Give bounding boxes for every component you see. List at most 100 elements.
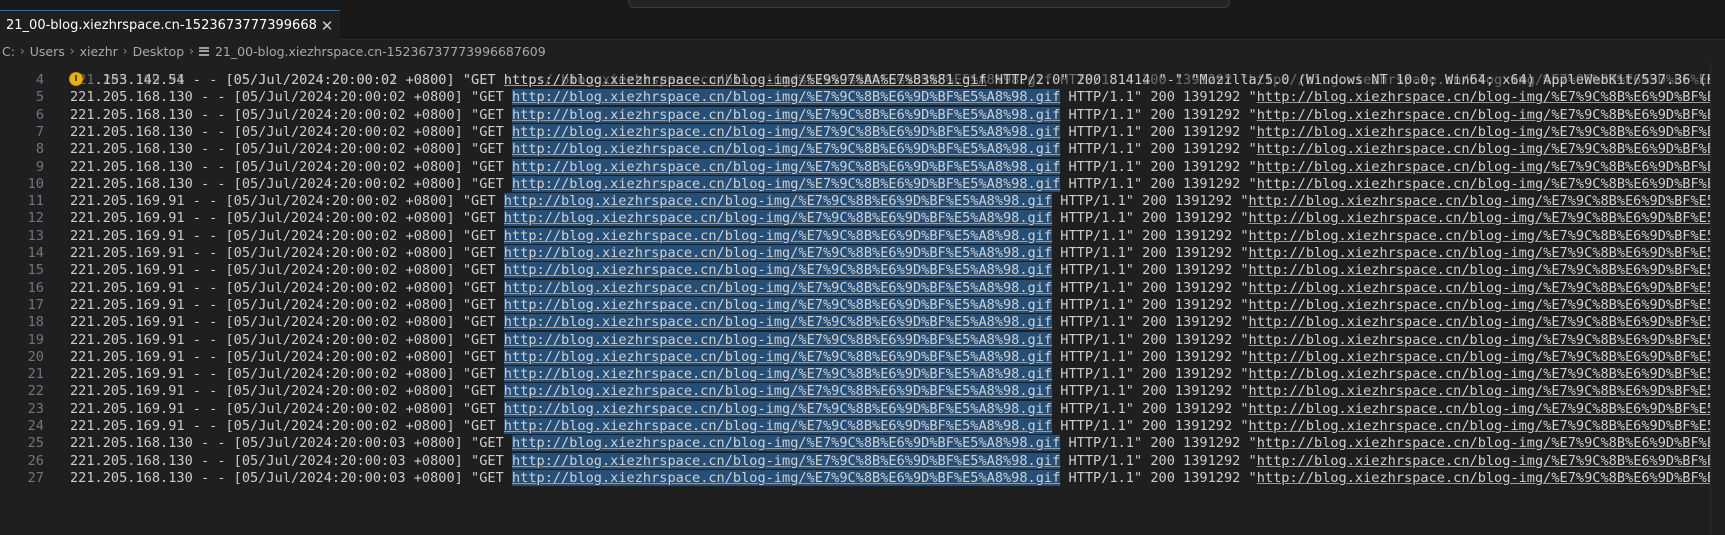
code-text: 221.205.169.91 - - [05/Jul/2024:20:00:02… xyxy=(70,313,1725,332)
vertical-scrollbar[interactable] xyxy=(1710,62,1725,535)
referrer-url-link[interactable]: http://blog.xiezhrspace.cn/blog-img/%E7%… xyxy=(1249,366,1725,382)
log-status: HTTP/1.1" 200 1391292 " xyxy=(1052,366,1249,383)
log-status: HTTP/1.1" 200 1391292 " xyxy=(1060,435,1257,452)
referrer-url-link[interactable]: http://blog.xiezhrspace.cn/blog-img/%E7%… xyxy=(1249,228,1725,244)
referrer-url-link[interactable]: http://blog.xiezhrspace.cn/blog-img/%E7%… xyxy=(1249,193,1725,209)
referrer-url-link[interactable]: http://blog.xiezhrspace.cn/blog-img/%E7%… xyxy=(1257,470,1725,486)
code-text: 221.205.168.130 - - [05/Jul/2024:20:00:0… xyxy=(70,434,1725,453)
code-line: 18 221.205.169.91 - - [05/Jul/2024:20:00:… xyxy=(0,313,1725,332)
code-line: 5 221.205.168.130 - - [05/Jul/2024:20:00:… xyxy=(0,88,1725,107)
close-icon[interactable]: ✕ xyxy=(318,17,336,35)
editor-text-area[interactable]: 221.205.169.91 - - [05/Jul/2024:20:00:01… xyxy=(0,62,1725,535)
referrer-url-link[interactable]: http://blog.xiezhrspace.cn/blog-img/%E7%… xyxy=(1257,89,1725,105)
line-number: 25 xyxy=(27,435,44,452)
request-url-link[interactable]: http://blog.xiezhrspace.cn/blog-img/%E7%… xyxy=(503,279,1053,296)
code-line: 7 221.205.168.130 - - [05/Jul/2024:20:00:… xyxy=(0,123,1725,142)
request-url-link[interactable]: http://blog.xiezhrspace.cn/blog-img/%E7%… xyxy=(511,89,1061,106)
log-prefix: 221.205.169.91 - - [05/Jul/2024:20:00:02… xyxy=(70,418,504,434)
breadcrumb-item-users[interactable]: Users xyxy=(30,44,65,59)
log-status: HTTP/1.1" 200 1391292 " xyxy=(1052,279,1249,296)
code-text: 221.205.169.91 - - [05/Jul/2024:20:00:02… xyxy=(70,296,1725,315)
referrer-url-link[interactable]: http://blog.xiezhrspace.cn/blog-img/%E7%… xyxy=(1249,401,1725,417)
referrer-url-link[interactable]: http://blog.xiezhrspace.cn/blog-img/%E7%… xyxy=(1249,383,1725,399)
line-number: 20 xyxy=(27,348,44,365)
referrer-url-link[interactable]: http://blog.xiezhrspace.cn/blog-img/%E7%… xyxy=(1257,453,1725,469)
referrer-url-link[interactable]: http://blog.xiezhrspace.cn/blog-img/%E7%… xyxy=(1249,418,1725,434)
code-line: 11 221.205.169.91 - - [05/Jul/2024:20:00:… xyxy=(0,192,1725,211)
line-number: 7 xyxy=(35,123,44,140)
request-url-link[interactable]: http://blog.xiezhrspace.cn/blog-img/%E7%… xyxy=(503,400,1053,417)
log-status: HTTP/1.1" 200 1391292 " xyxy=(1060,141,1257,158)
referrer-url-link[interactable]: http://blog.xiezhrspace.cn/blog-img/%E7%… xyxy=(1249,314,1725,330)
log-status: HTTP/1.1" 200 1391292 " xyxy=(1052,296,1249,313)
request-url-link[interactable]: http://blog.xiezhrspace.cn/blog-img/%E7%… xyxy=(511,106,1061,123)
request-url-link[interactable]: http://blog.xiezhrspace.cn/blog-img/%E7%… xyxy=(503,262,1053,279)
request-url-link[interactable]: http://blog.xiezhrspace.cn/blog-img/%E7%… xyxy=(511,435,1061,452)
referrer-url-link[interactable]: http://blog.xiezhrspace.cn/blog-img/%E7%… xyxy=(1249,349,1725,365)
log-status: HTTP/1.1" 200 1391292 " xyxy=(1060,89,1257,106)
breadcrumb-item-drive[interactable]: C: xyxy=(2,44,15,59)
line-number: 16 xyxy=(27,279,44,296)
request-url-link[interactable]: http://blog.xiezhrspace.cn/blog-img/%E7%… xyxy=(511,175,1061,192)
log-status: HTTP/1.1" 200 1391292 " xyxy=(1060,158,1257,175)
log-status: HTTP/1.1" 200 1391292 " xyxy=(1060,106,1257,123)
referrer-url-link[interactable]: http://blog.xiezhrspace.cn/blog-img/%E7%… xyxy=(1257,141,1725,157)
log-status: HTTP/1.1" 200 1391292 " xyxy=(1052,262,1249,279)
line-number: 15 xyxy=(27,262,44,279)
referrer-url-link[interactable]: http://blog.xiezhrspace.cn/blog-img/%E7%… xyxy=(1257,107,1725,123)
request-url-link[interactable]: http://blog.xiezhrspace.cn/blog-img/%E7%… xyxy=(503,193,1053,210)
referrer-url-link[interactable]: http://blog.xiezhrspace.cn/blog-img/%E7%… xyxy=(1257,435,1725,451)
request-url-link[interactable]: http://blog.xiezhrspace.cn/blog-img/%E7%… xyxy=(511,452,1061,469)
line-number: 8 xyxy=(35,141,44,158)
log-prefix: 221.205.168.130 - - [05/Jul/2024:20:00:0… xyxy=(70,141,512,158)
log-prefix: 221.205.168.130 - - [05/Jul/2024:20:00:0… xyxy=(70,89,512,106)
request-url-link[interactable]: http://blog.xiezhrspace.cn/blog-img/%E7%… xyxy=(503,348,1053,365)
referrer-url-link[interactable]: http://blog.xiezhrspace.cn/blog-img/%E7%… xyxy=(1257,159,1725,175)
request-url-link[interactable]: http://blog.xiezhrspace.cn/blog-img/%E7%… xyxy=(503,418,1053,434)
code-text: 221.205.168.130 - - [05/Jul/2024:20:00:0… xyxy=(70,452,1725,471)
request-url-link[interactable]: http://blog.xiezhrspace.cn/blog-img/%E7%… xyxy=(511,469,1061,486)
request-url-link[interactable]: http://blog.xiezhrspace.cn/blog-img/%E7%… xyxy=(503,296,1053,313)
code-line: 23 221.205.169.91 - - [05/Jul/2024:20:00:… xyxy=(0,400,1725,419)
referrer-url-link[interactable]: http://blog.xiezhrspace.cn/blog-img/%E7%… xyxy=(1257,124,1725,140)
request-url-link[interactable]: https://blog.xiezhrspace.cn/blog-img/%E9… xyxy=(504,72,987,88)
request-url-link[interactable]: http://blog.xiezhrspace.cn/blog-img/%E7%… xyxy=(503,331,1053,348)
code-text: 221.205.169.91 - - [05/Jul/2024:20:00:02… xyxy=(70,365,1725,384)
code-text: 221.205.168.130 - - [05/Jul/2024:20:00:0… xyxy=(70,175,1725,194)
command-center[interactable] xyxy=(628,0,1230,8)
log-prefix: 221.205.169.91 - - [05/Jul/2024:20:00:02… xyxy=(70,314,504,331)
referrer-url-link[interactable]: http://blog.xiezhrspace.cn/blog-img/%E7%… xyxy=(1249,210,1725,226)
request-url-link[interactable]: http://blog.xiezhrspace.cn/blog-img/%E7%… xyxy=(503,210,1053,227)
lightbulb-warning-icon[interactable] xyxy=(70,73,82,85)
referrer-url-link[interactable]: http://blog.xiezhrspace.cn/blog-img/%E7%… xyxy=(1257,176,1725,192)
code-text: 221.205.169.91 - - [05/Jul/2024:20:00:02… xyxy=(70,209,1725,228)
breadcrumb-item-desktop[interactable]: Desktop xyxy=(133,44,185,59)
referrer-url-link[interactable]: http://blog.xiezhrspace.cn/blog-img/%E7%… xyxy=(1249,332,1725,348)
editor-tab[interactable]: 21_00-blog.xiezhrspace.cn-15236737773996… xyxy=(0,10,340,40)
request-url-link[interactable]: http://blog.xiezhrspace.cn/blog-img/%E7%… xyxy=(503,383,1053,400)
request-url-link[interactable]: http://blog.xiezhrspace.cn/blog-img/%E7%… xyxy=(511,158,1061,175)
request-url-link[interactable]: http://blog.xiezhrspace.cn/blog-img/%E7%… xyxy=(503,366,1053,383)
line-number: 4 xyxy=(35,72,44,88)
code-text: 221.205.169.91 - - [05/Jul/2024:20:00:02… xyxy=(70,348,1725,367)
referrer-url-link[interactable]: http://blog.xiezhrspace.cn/blog-img/%E7%… xyxy=(1249,245,1725,261)
referrer-url-link[interactable]: http://blog.xiezhrspace.cn/blog-img/%E7%… xyxy=(1249,262,1725,278)
code-text: 221.205.169.91 - - [05/Jul/2024:20:00:02… xyxy=(70,261,1725,280)
line-number: 10 xyxy=(27,175,44,192)
log-prefix: 221.205.169.91 - - [05/Jul/2024:20:00:02… xyxy=(70,193,504,210)
request-url-link[interactable]: http://blog.xiezhrspace.cn/blog-img/%E7%… xyxy=(503,245,1053,261)
request-url-link[interactable]: http://blog.xiezhrspace.cn/blog-img/%E7%… xyxy=(503,314,1053,331)
breadcrumb-item-user[interactable]: xiezhr xyxy=(80,44,118,59)
referrer-url-link[interactable]: http://blog.xiezhrspace.cn/blog-img/%E7%… xyxy=(1249,280,1725,296)
code-line: 16 221.205.169.91 - - [05/Jul/2024:20:00:… xyxy=(0,279,1725,298)
log-prefix: 221.205.168.130 - - [05/Jul/2024:20:00:0… xyxy=(70,106,512,123)
log-status: HTTP/2.0" 200 81414 "-" "Mozilla/5.0 (Wi… xyxy=(994,72,1725,88)
file-icon xyxy=(198,46,209,56)
log-prefix: 221.205.169.91 - - [05/Jul/2024:20:00:02… xyxy=(70,296,504,313)
breadcrumb-item-file[interactable]: 21_00-blog.xiezhrspace.cn-15236737773996… xyxy=(215,44,546,59)
request-url-link[interactable]: http://blog.xiezhrspace.cn/blog-img/%E7%… xyxy=(511,123,1061,140)
referrer-url-link[interactable]: http://blog.xiezhrspace.cn/blog-img/%E7%… xyxy=(1249,297,1725,313)
request-url-link[interactable]: http://blog.xiezhrspace.cn/blog-img/%E7%… xyxy=(503,227,1053,244)
chevron-right-icon: › xyxy=(189,44,194,58)
request-url-link[interactable]: http://blog.xiezhrspace.cn/blog-img/%E7%… xyxy=(511,141,1061,158)
